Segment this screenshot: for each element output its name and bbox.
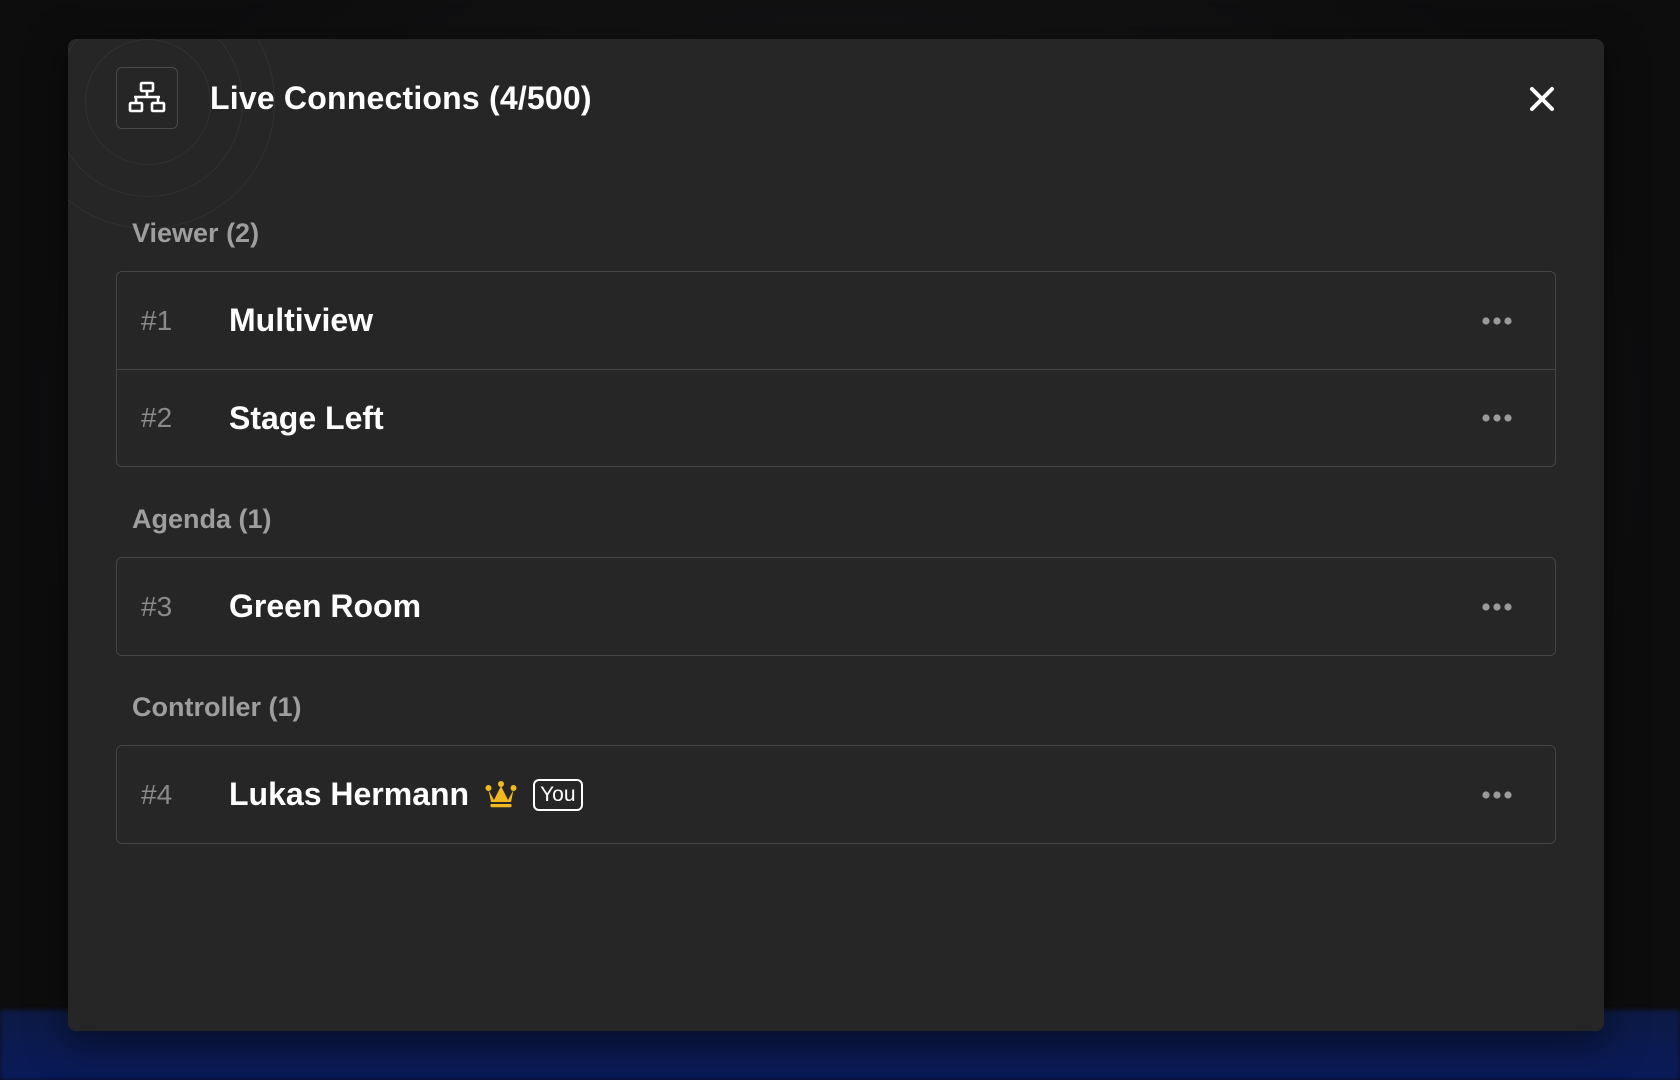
connection-name: Stage Left [229,399,384,436]
connection-number: #2 [141,402,173,433]
network-icon [116,67,178,129]
more-horizontal-icon [1482,316,1512,325]
connection-row[interactable]: #2 Stage Left [117,369,1555,466]
more-options-button[interactable] [1477,398,1517,438]
connection-number: #4 [141,778,173,810]
live-connections-modal: Live Connections (4/500) Viewer (2) #1 M… [68,39,1604,1031]
more-horizontal-icon [1482,414,1512,422]
connection-name: Green Room [229,588,422,624]
connection-name: Multiview [229,302,374,338]
more-horizontal-icon [1482,790,1512,799]
group-label-controller: Controller (1) [132,692,302,722]
more-options-button[interactable] [1477,587,1517,627]
connection-name: Lukas Hermann [229,776,470,812]
group-label-agenda: Agenda (1) [132,504,272,534]
close-button[interactable] [1522,79,1562,119]
more-horizontal-icon [1482,602,1512,611]
connection-list-agenda: #3 Green Room [116,557,1556,656]
connection-name-wrapper: Lukas Hermann You [229,776,583,813]
connection-number: #1 [141,304,173,336]
you-badge: You [533,778,583,811]
connection-number: #3 [141,590,173,622]
group-label-viewer: Viewer (2) [132,218,260,248]
connection-list-viewer: #1 Multiview #2 Stage Left [116,271,1556,467]
connection-list-controller: #4 Lukas Hermann You [116,745,1556,844]
close-icon [1530,87,1554,111]
crown-icon [485,780,517,809]
connection-row[interactable]: #4 Lukas Hermann You [117,746,1555,843]
more-options-button[interactable] [1477,301,1517,341]
modal-title: Live Connections (4/500) [210,79,592,116]
more-options-button[interactable] [1477,775,1517,815]
modal-header: Live Connections (4/500) [116,67,592,129]
connection-row[interactable]: #1 Multiview [117,272,1555,369]
connection-row[interactable]: #3 Green Room [117,558,1555,655]
